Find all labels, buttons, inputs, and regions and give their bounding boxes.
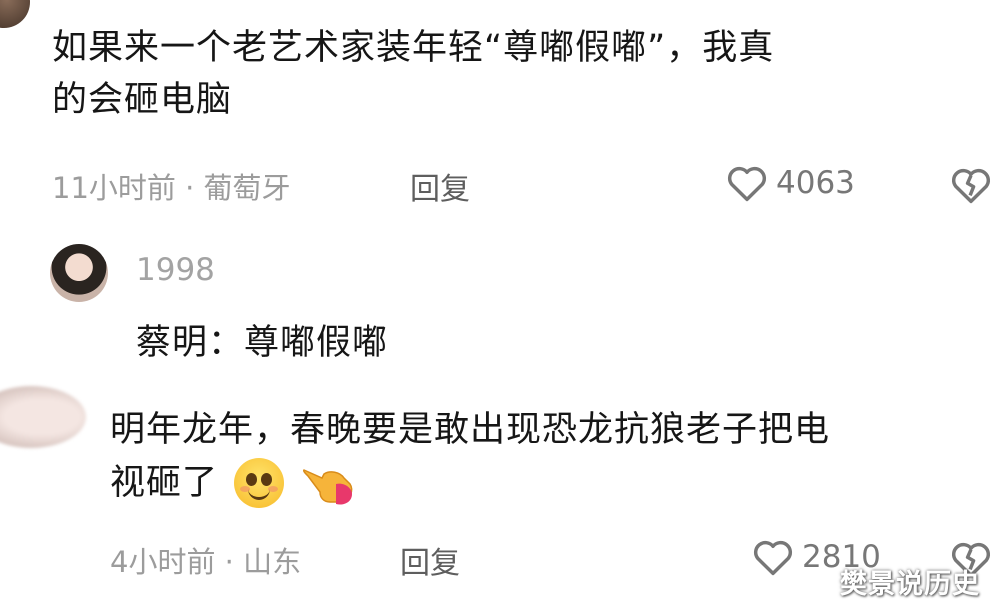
comment-text-line: 明年龙年，春晚要是敢出现恐龙抗狼老子把电 [110,410,831,450]
heart-outline-icon [754,540,792,576]
avatar[interactable] [0,0,30,28]
avatar[interactable] [50,244,108,302]
reply-button[interactable]: 回复 [400,538,460,582]
comment-body: 明年龙年，春晚要是敢出现恐龙抗狼老子把电 视砸了 [110,404,830,509]
pointing-hand-emoji [300,460,356,506]
reply-text: 蔡明：尊嘟假嘟 [136,323,389,363]
dislike-button[interactable] [950,166,992,208]
smiling-face-emoji [234,458,285,508]
like-button[interactable]: 4063 [726,164,855,202]
reply-button[interactable]: 回复 [410,164,470,208]
comment-text-line: 的会砸电脑 [52,80,233,120]
like-count: 4063 [776,165,855,201]
watermark: 樊景说历史 [840,569,980,600]
comment-text-line: 视砸了 [110,463,219,503]
heart-outline-icon [728,166,766,202]
comment-text-line: 如果来一个老艺术家装年轻“尊嘟假嘟”，我真 [52,28,775,68]
comment-meta: 11小时前 · 葡萄牙 [52,171,291,205]
comment-text-line-2: 视砸了 [110,456,830,509]
comment-feed: 如果来一个老艺术家装年轻“尊嘟假嘟”，我真 的会砸电脑 11小时前 · 葡萄牙 … [0,0,1000,613]
avatar[interactable] [0,386,86,448]
reply-username[interactable]: 1998 [136,252,215,288]
comment-body: 如果来一个老艺术家装年轻“尊嘟假嘟”，我真 的会砸电脑 [52,22,774,126]
broken-heart-icon [952,168,990,204]
comment-meta: 4小时前 · 山东 [110,545,302,579]
